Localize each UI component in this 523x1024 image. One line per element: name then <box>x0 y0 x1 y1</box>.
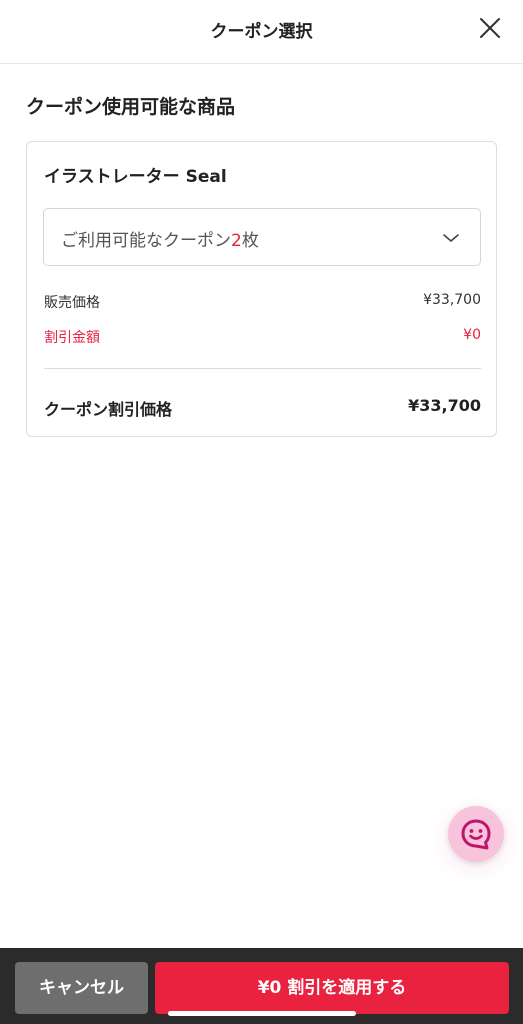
coupon-select-prefix: ご利用可能なクーポン <box>61 231 231 251</box>
chat-button[interactable] <box>448 806 504 862</box>
chevron-down-icon <box>443 234 459 242</box>
discount-label: 割引金額 <box>44 330 100 346</box>
page-title: クーポン選択 <box>210 22 313 42</box>
coupon-select-suffix: 枚 <box>241 231 259 251</box>
discount-value: ¥0 <box>463 327 481 343</box>
total-label: クーポン割引価格 <box>44 400 173 419</box>
close-button[interactable] <box>476 14 504 42</box>
divider <box>44 368 481 369</box>
cancel-button[interactable]: キャンセル <box>15 962 148 1014</box>
close-icon <box>480 18 500 38</box>
coupon-count: 2 <box>231 231 242 251</box>
coupon-select-label: ご利用可能なクーポン2枚 <box>61 226 259 251</box>
product-name: イラストレーター Seal <box>44 167 227 187</box>
product-card: イラストレーター Seal ご利用可能なクーポン2枚 販売価格 ¥33,700 … <box>26 141 497 437</box>
bottom-action-bar: キャンセル ¥0 割引を適用する <box>0 948 523 1024</box>
header: クーポン選択 <box>0 0 523 64</box>
total-value: ¥33,700 <box>408 396 481 415</box>
chat-icon <box>461 819 491 850</box>
coupon-select[interactable]: ご利用可能なクーポン2枚 <box>43 208 481 266</box>
apply-discount-button[interactable]: ¥0 割引を適用する <box>155 962 509 1014</box>
section-title: クーポン使用可能な商品 <box>26 96 236 118</box>
home-indicator <box>168 1011 356 1016</box>
price-label: 販売価格 <box>44 295 100 311</box>
price-value: ¥33,700 <box>423 292 481 308</box>
